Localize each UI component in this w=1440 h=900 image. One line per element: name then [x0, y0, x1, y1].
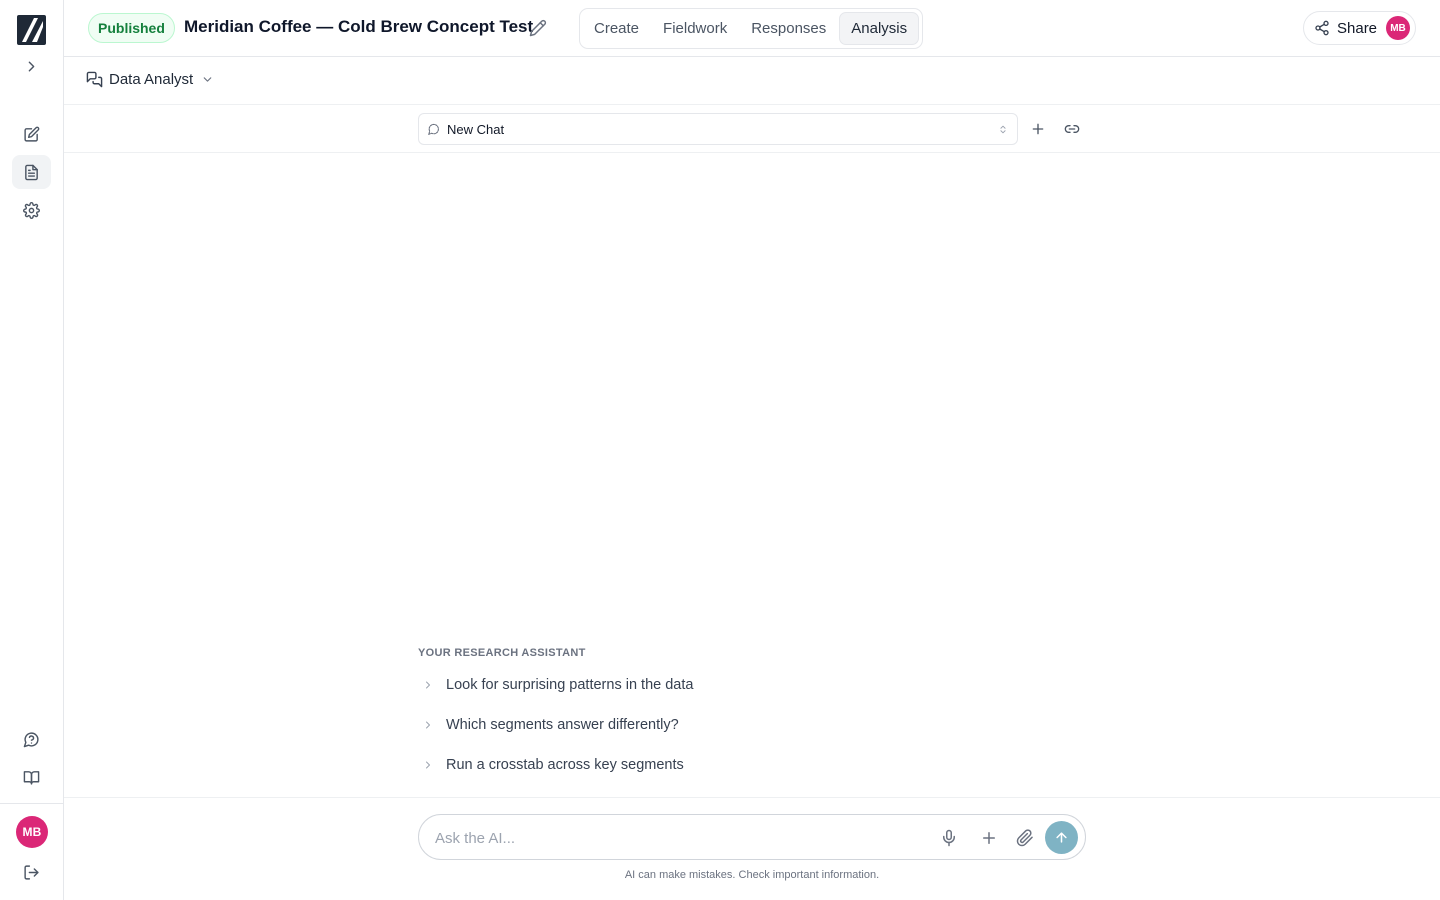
share-button[interactable]: Share MB: [1303, 11, 1416, 45]
suggestion-text: Run a crosstab across key segments: [446, 757, 684, 773]
chevron-right-icon: [426, 721, 430, 729]
microphone-icon[interactable]: [940, 829, 958, 847]
agent-name: Data Analyst: [109, 71, 194, 88]
chat-input[interactable]: [435, 827, 915, 849]
send-button[interactable]: [1045, 821, 1078, 854]
suggestion-item[interactable]: Look for surprising patterns in the data: [418, 670, 693, 700]
gear-icon: [23, 201, 40, 219]
ai-disclaimer: AI can make mistakes. Check important in…: [624, 869, 880, 881]
top-header: Published Meridian Coffee — Cold Brew Co…: [64, 0, 1440, 57]
agent-selector[interactable]: Data Analyst: [86, 71, 214, 88]
suggestion-text: Which segments answer differently?: [446, 717, 679, 733]
help-icon: [23, 731, 39, 747]
logout-button[interactable]: [12, 855, 51, 889]
composer-divider: [64, 797, 1440, 798]
suggestion-item[interactable]: Run a crosstab across key segments: [418, 750, 684, 780]
assistant-label: YOUR RESEARCH ASSISTANT: [418, 647, 586, 659]
chevron-right-icon: [28, 61, 35, 71]
suggestion-text: Look for surprising patterns in the data: [446, 677, 694, 693]
plus-icon[interactable]: [1030, 121, 1046, 137]
docs-button[interactable]: [12, 760, 51, 794]
book-icon: [23, 770, 40, 785]
header-avatar: MB: [1386, 16, 1410, 40]
link-icon[interactable]: [1064, 121, 1080, 137]
sidebar-item-settings[interactable]: [12, 193, 51, 227]
chat-select-value: New Chat: [447, 121, 505, 137]
app-logo[interactable]: [17, 15, 46, 45]
user-avatar[interactable]: MB: [16, 816, 48, 848]
expand-sidebar-button[interactable]: [12, 49, 51, 83]
page-title: Meridian Coffee — Cold Brew Concept Test: [184, 17, 534, 36]
section-tabs: Create Fieldwork Responses Analysis: [579, 8, 924, 49]
paperclip-icon[interactable]: [1016, 829, 1034, 847]
rail-divider: [0, 803, 63, 804]
left-rail: MB: [0, 0, 64, 900]
plus-icon[interactable]: [980, 829, 998, 847]
tab-create[interactable]: Create: [583, 12, 650, 45]
arrow-up-icon: [1056, 832, 1067, 843]
tab-analysis[interactable]: Analysis: [839, 12, 920, 45]
help-button[interactable]: [12, 722, 51, 756]
document-icon: [25, 164, 38, 180]
share-icon: [1315, 20, 1329, 36]
suggestion-item[interactable]: Which segments answer differently?: [418, 710, 679, 740]
message-circle-icon: [428, 123, 439, 135]
chat-composer: [418, 814, 1086, 860]
pencil-icon[interactable]: [529, 19, 547, 37]
chevron-down-icon: [203, 77, 212, 82]
share-label: Share: [1337, 19, 1378, 37]
chevron-right-icon: [426, 681, 430, 689]
chat-bubbles-icon: [86, 71, 103, 88]
logout-icon: [24, 864, 39, 880]
sidebar-item-create[interactable]: [12, 117, 51, 151]
chat-select[interactable]: New Chat: [418, 113, 1018, 145]
sidebar-item-documents[interactable]: [12, 155, 51, 189]
agent-bar: Data Analyst: [64, 57, 1440, 105]
edit-icon: [24, 126, 40, 142]
tab-responses[interactable]: Responses: [740, 12, 837, 45]
chevron-right-icon: [426, 761, 430, 769]
chevrons-up-down-icon: [1000, 125, 1006, 134]
status-badge: Published: [88, 13, 175, 43]
tab-fieldwork[interactable]: Fieldwork: [652, 12, 738, 45]
chat-bar: New Chat: [64, 105, 1440, 153]
